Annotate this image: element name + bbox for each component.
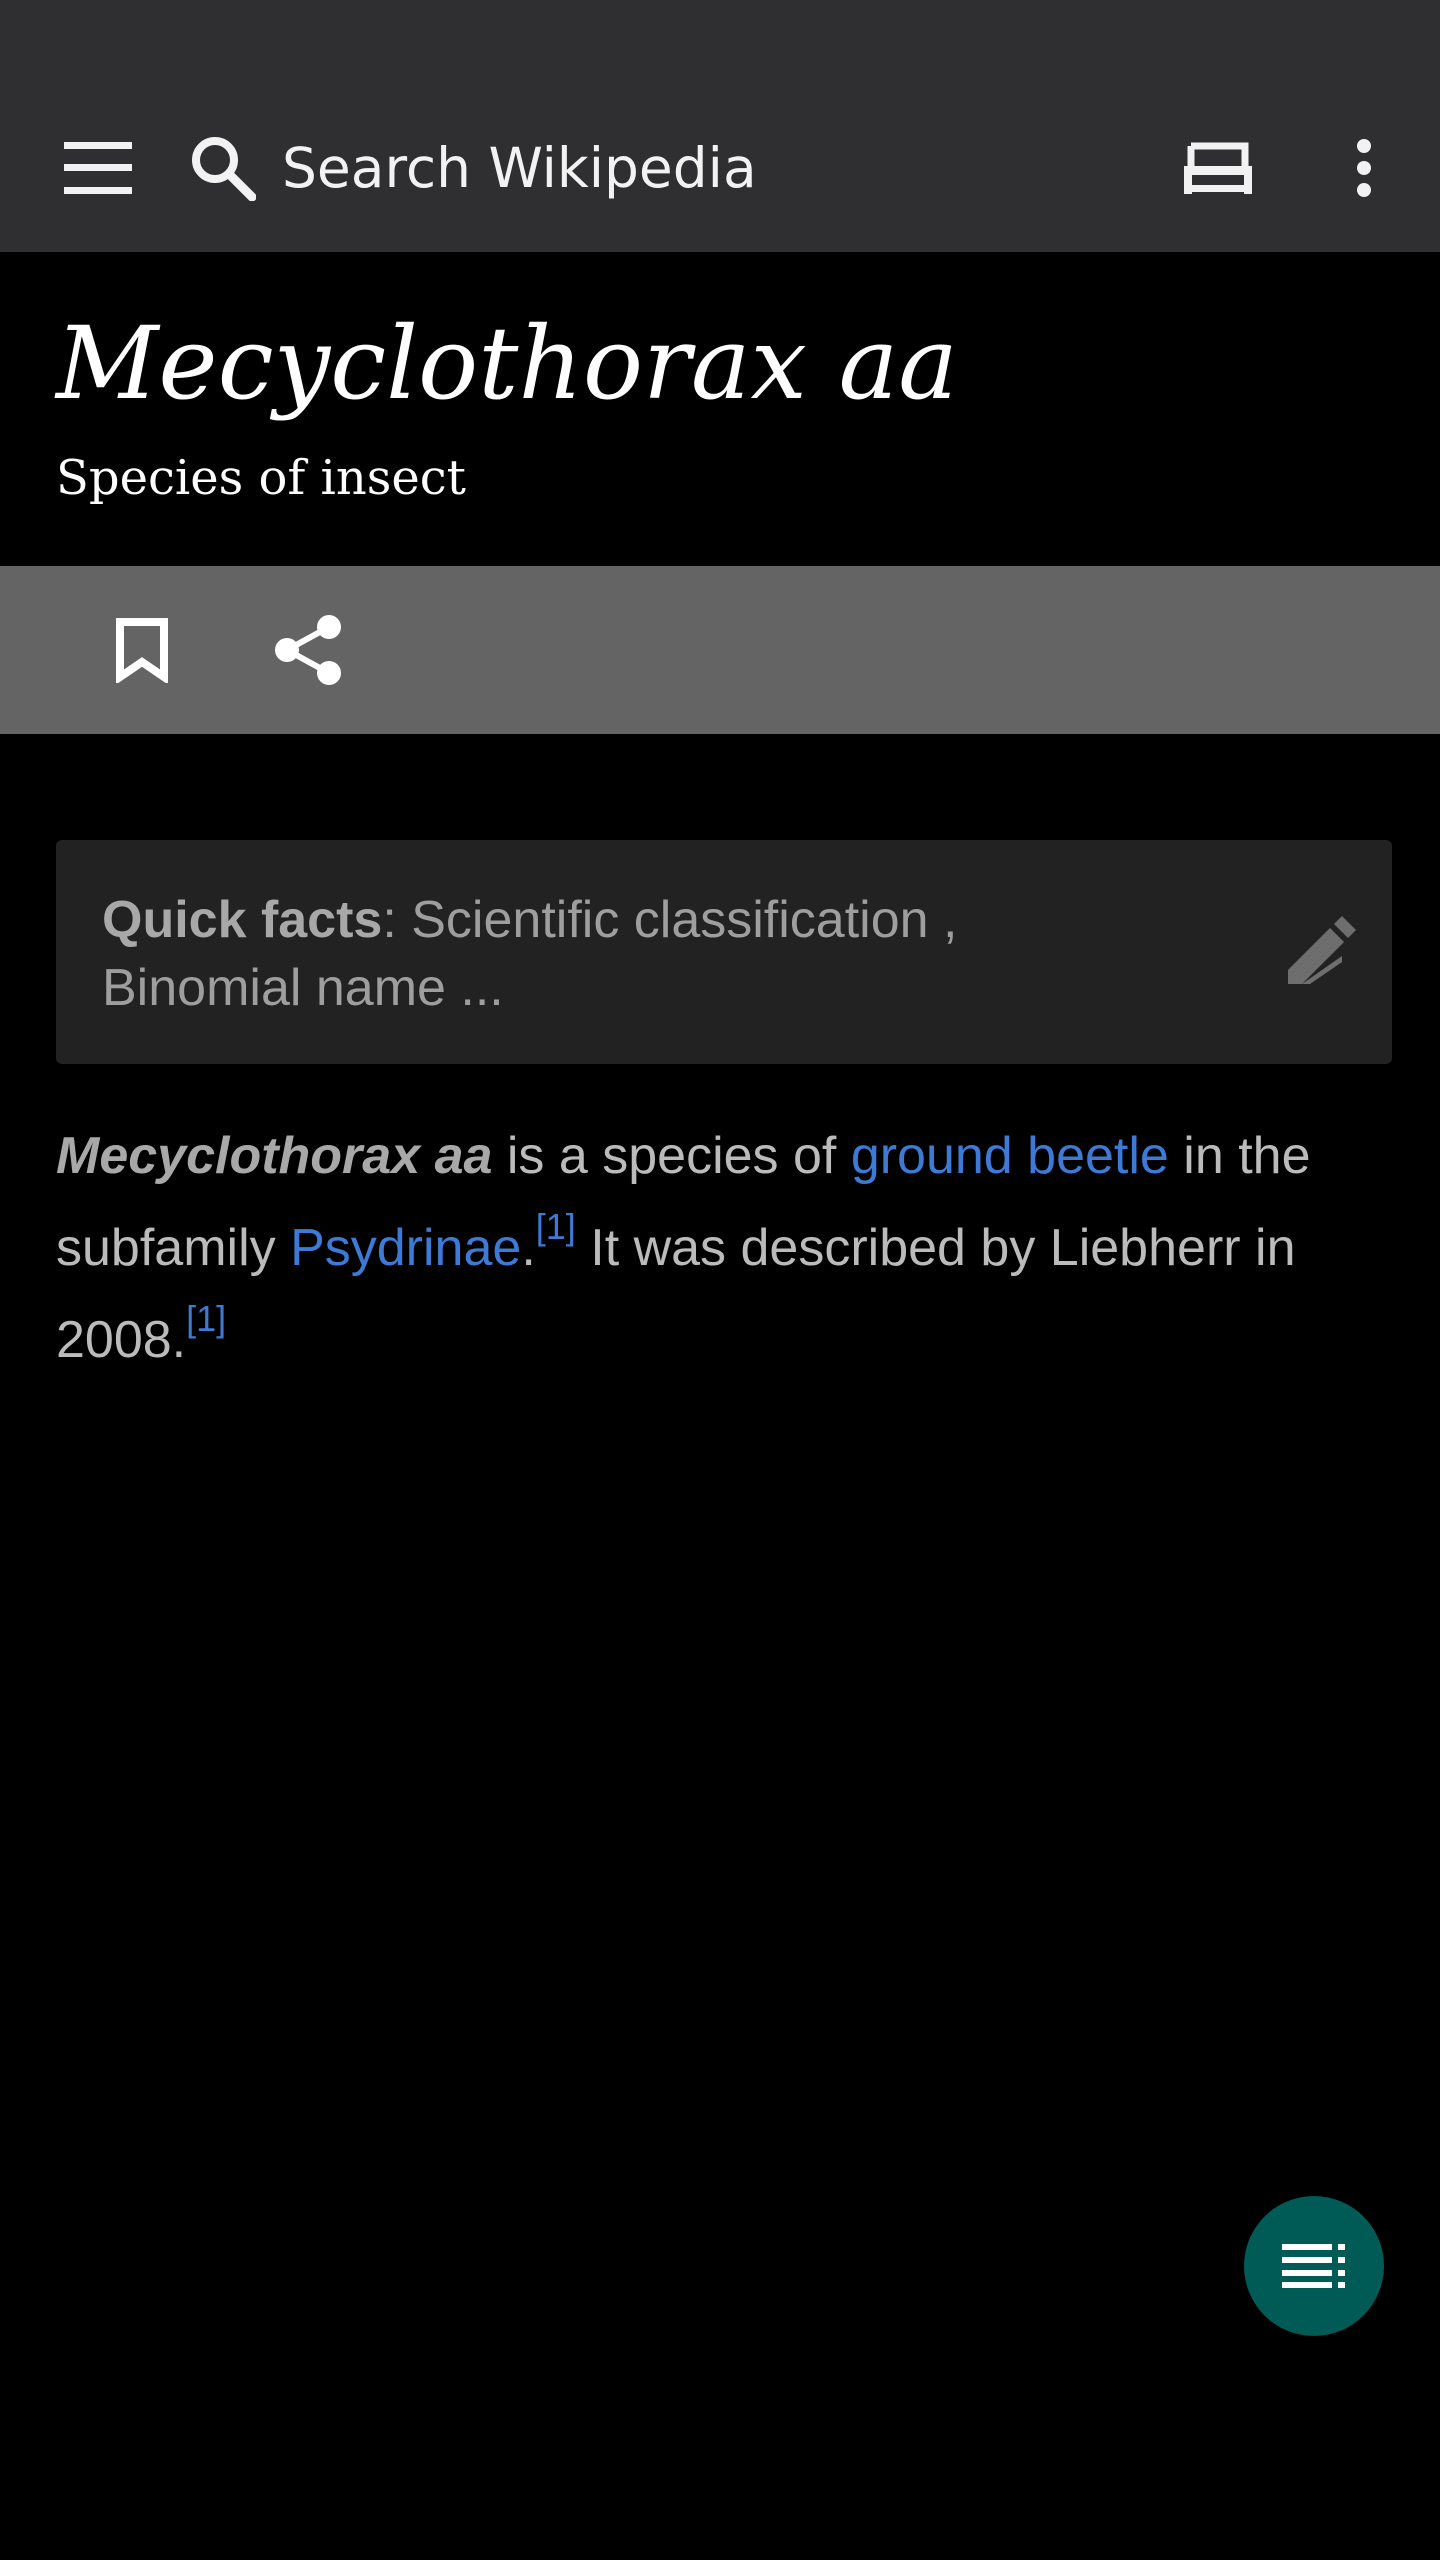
- reading-list-icon: [1184, 142, 1252, 194]
- article-action-bar: [0, 566, 1440, 734]
- edit-button[interactable]: [1250, 880, 1390, 1020]
- bookmark-icon: [116, 618, 168, 683]
- search-icon-wrap: [190, 135, 282, 201]
- edit-pencil-icon: [1288, 916, 1356, 984]
- search-bar[interactable]: Search Wikipedia: [190, 84, 1090, 252]
- search-icon: [192, 137, 256, 201]
- article-header: Mecyclothorax aa Species of insect: [56, 252, 1396, 566]
- quick-facts-label: Quick facts: [102, 891, 383, 949]
- link-ground-beetle[interactable]: ground beetle: [851, 1127, 1169, 1185]
- lead-term: Mecyclothorax aa: [56, 1127, 493, 1185]
- status-bar: [0, 0, 1440, 84]
- more-options-button[interactable]: [1306, 84, 1422, 252]
- table-of-contents-icon: [1282, 2244, 1345, 2288]
- share-icon: [275, 615, 341, 685]
- reference-sup: [1]: [186, 1298, 226, 1339]
- reference-link-1[interactable]: [1]: [536, 1206, 576, 1247]
- page-subtitle: Species of insect: [56, 450, 466, 506]
- share-button[interactable]: [250, 566, 366, 734]
- more-vertical-icon: [1357, 139, 1371, 197]
- quick-facts-text: Quick facts: Scientific classification ,…: [102, 886, 1162, 1022]
- menu-icon: [64, 142, 132, 194]
- quick-facts-box[interactable]: Quick facts: Scientific classification ,…: [56, 840, 1392, 1064]
- reference-link-2[interactable]: [1]: [186, 1298, 226, 1339]
- menu-button[interactable]: [40, 84, 156, 252]
- link-psydrinae[interactable]: Psydrinae: [290, 1219, 521, 1277]
- reading-list-button[interactable]: [1160, 84, 1276, 252]
- search-input[interactable]: Search Wikipedia: [282, 136, 757, 200]
- reference-sup: [1]: [536, 1206, 576, 1247]
- page-title: Mecyclothorax aa: [56, 305, 958, 422]
- article-paragraph: Mecyclothorax aa is a species of ground …: [56, 1110, 1396, 1386]
- save-bookmark-button[interactable]: [84, 566, 200, 734]
- table-of-contents-button[interactable]: [1244, 2196, 1384, 2336]
- app-bar: Search Wikipedia: [0, 84, 1440, 252]
- body-text: .: [521, 1219, 536, 1277]
- body-text: is a species of: [492, 1127, 851, 1185]
- quick-facts-separator: :: [382, 891, 412, 949]
